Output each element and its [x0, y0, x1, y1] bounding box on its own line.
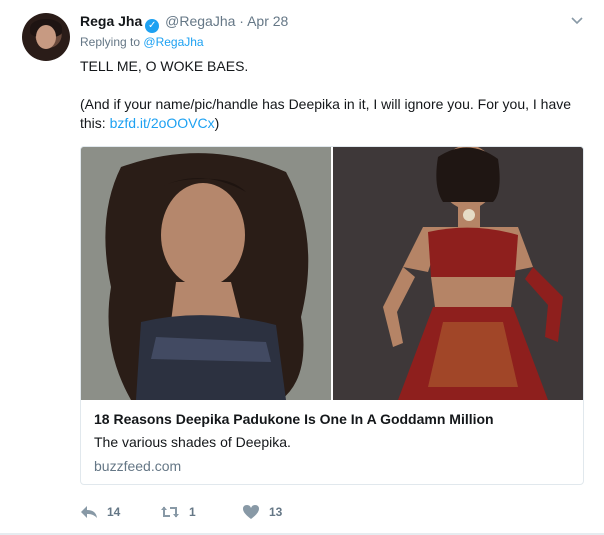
- retweet-count: 1: [189, 505, 196, 519]
- tweet-line-1: TELL ME, O WOKE BAES.: [80, 58, 249, 74]
- reply-icon: [80, 504, 98, 520]
- tweet[interactable]: Rega Jha ✓ @RegaJha · Apr 28 Replying to …: [0, 0, 604, 535]
- separator-dot: ·: [239, 13, 244, 29]
- tweet-line-2: (And if your name/pic/handle has Deepika…: [80, 95, 590, 133]
- replying-to-link[interactable]: @RegaJha: [143, 35, 203, 49]
- heart-icon: [242, 504, 260, 520]
- card-domain: buzzfeed.com: [94, 458, 182, 474]
- card-title[interactable]: 18 Reasons Deepika Padukone Is One In A …: [94, 411, 494, 427]
- replying-to: Replying to @RegaJha: [80, 35, 204, 49]
- reply-button[interactable]: 14: [80, 502, 120, 522]
- card-image-left[interactable]: [81, 147, 331, 400]
- retweet-icon: [160, 504, 180, 520]
- verified-badge-icon: ✓: [145, 19, 160, 33]
- replying-prefix: Replying to: [80, 35, 141, 49]
- tweet-line-2-end: ): [214, 115, 220, 131]
- short-link[interactable]: bzfd.it/2oOOVCx: [110, 115, 215, 131]
- card-description: The various shades of Deepika.: [94, 434, 291, 450]
- avatar-face: [36, 25, 56, 49]
- author-name[interactable]: Rega Jha: [80, 13, 142, 29]
- avatar[interactable]: [22, 13, 70, 61]
- like-button[interactable]: 13: [242, 502, 282, 522]
- retweet-button[interactable]: 1: [160, 502, 196, 522]
- tweet-text: TELL ME, O WOKE BAES. (And if your name/…: [80, 57, 590, 133]
- timestamp[interactable]: Apr 28: [247, 13, 288, 29]
- chevron-down-icon[interactable]: [569, 12, 585, 28]
- like-count: 13: [269, 505, 283, 519]
- card-image-right[interactable]: [333, 147, 583, 400]
- author-handle[interactable]: @RegaJha: [165, 13, 235, 29]
- reply-count: 14: [107, 505, 121, 519]
- tweet-header: Rega Jha ✓ @RegaJha · Apr 28: [80, 12, 288, 33]
- link-card[interactable]: 18 Reasons Deepika Padukone Is One In A …: [80, 146, 584, 485]
